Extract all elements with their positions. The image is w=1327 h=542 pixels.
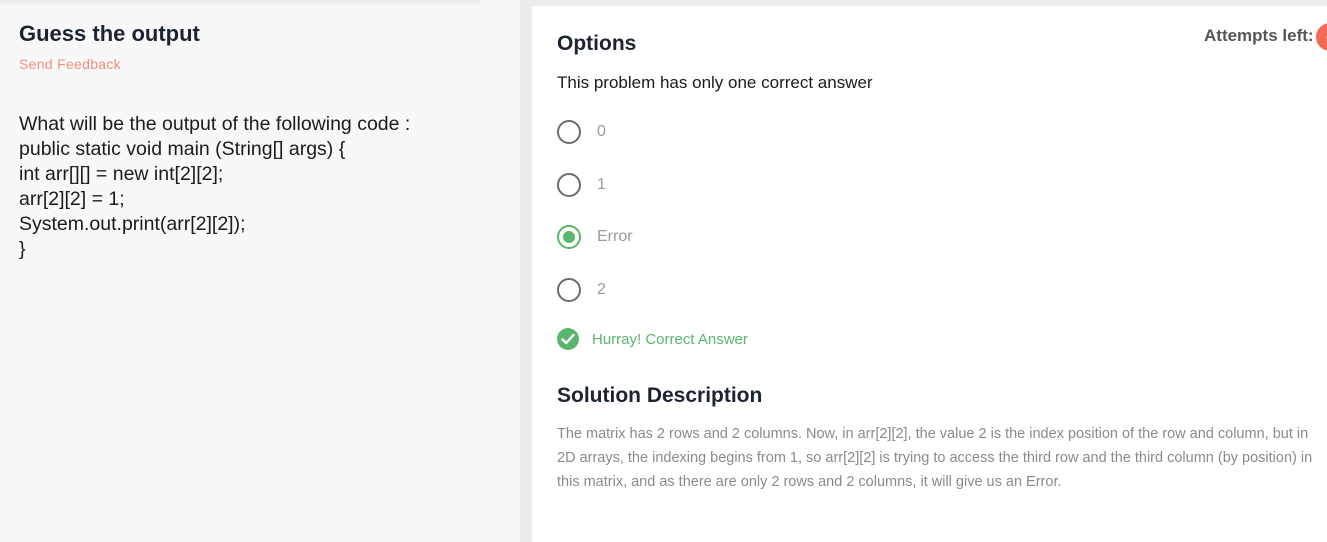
question-line: int arr[][] = new int[2][2];: [19, 163, 224, 185]
question-code: What will be the output of the following…: [19, 112, 410, 262]
result-text: Hurray! Correct Answer: [592, 330, 748, 348]
question-line: What will be the output of the following…: [19, 113, 411, 135]
option-label: Error: [597, 228, 633, 245]
options-panel: Options Attempts left: 0 This problem ha…: [532, 6, 1327, 542]
options-title: Options: [557, 32, 637, 55]
option-label: 2: [597, 281, 606, 298]
question-line: public static void main (String[] args) …: [19, 138, 346, 160]
attempts-count-badge: 0: [1316, 23, 1327, 51]
result-message: Hurray! Correct Answer: [557, 328, 748, 350]
solution-title: Solution Description: [557, 384, 763, 407]
radio-button[interactable]: [557, 120, 581, 144]
option-error[interactable]: Error: [557, 224, 633, 250]
option-1[interactable]: 1: [557, 172, 606, 198]
radio-button[interactable]: [557, 278, 581, 302]
question-panel: Guess the output Send Feedback What will…: [0, 0, 520, 542]
solution-description: The matrix has 2 rows and 2 columns. Now…: [557, 426, 1313, 490]
attempts-label: Attempts left:: [1204, 26, 1314, 45]
radio-button[interactable]: [557, 225, 581, 249]
question-line: }: [19, 238, 26, 260]
send-feedback-link[interactable]: Send Feedback: [19, 56, 121, 72]
panel-shadow: [0, 0, 480, 6]
option-label: 1: [597, 176, 606, 193]
question-line: arr[2][2] = 1;: [19, 188, 125, 210]
options-subtitle: This problem has only one correct answer: [557, 73, 873, 92]
option-2[interactable]: 2: [557, 277, 606, 303]
radio-button[interactable]: [557, 173, 581, 197]
question-title: Guess the output: [19, 21, 200, 46]
question-line: System.out.print(arr[2][2]);: [19, 213, 246, 235]
check-circle-icon: [557, 328, 579, 350]
option-0[interactable]: 0: [557, 119, 606, 145]
option-label: 0: [597, 123, 606, 140]
